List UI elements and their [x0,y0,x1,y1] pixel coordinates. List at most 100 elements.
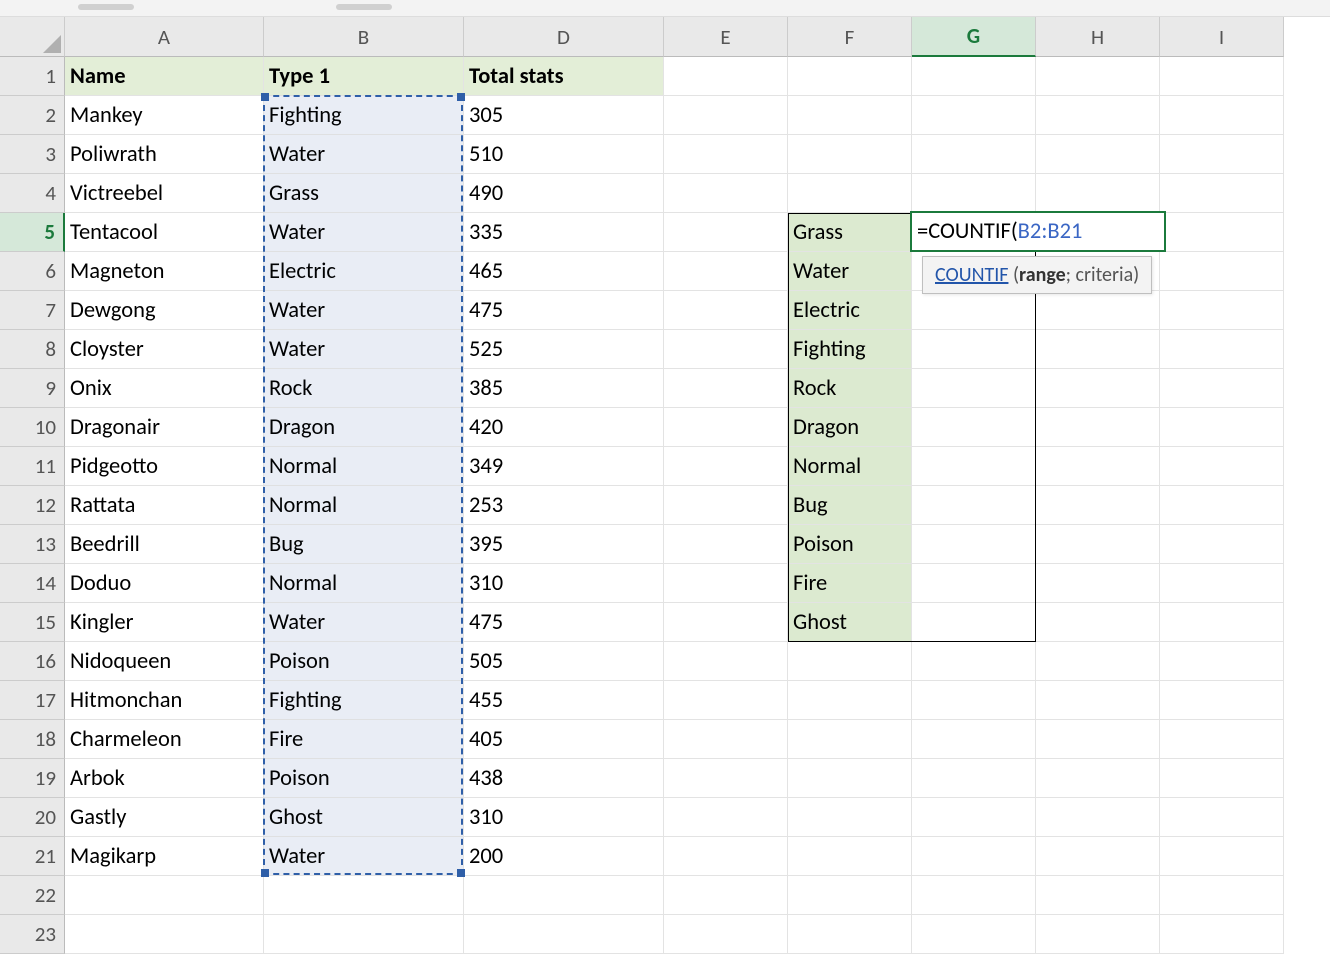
cell-G9[interactable] [912,369,1036,408]
cell-A3[interactable]: Poliwrath [65,135,264,174]
column-header-A[interactable]: A [65,17,264,57]
cell-E18[interactable] [664,720,788,759]
cell-F4[interactable] [788,174,912,213]
row-header-8[interactable]: 8 [0,330,65,369]
cell-B11[interactable]: Normal [264,447,464,486]
cell-E11[interactable] [664,447,788,486]
cell-B6[interactable]: Electric [264,252,464,291]
cell-D8[interactable]: 525 [464,330,664,369]
row-header-5[interactable]: 5 [0,213,65,252]
cell-H12[interactable] [1036,486,1160,525]
cell-D7[interactable]: 475 [464,291,664,330]
cell-H11[interactable] [1036,447,1160,486]
column-header-H[interactable]: H [1036,17,1160,57]
cell-D19[interactable]: 438 [464,759,664,798]
cell-G14[interactable] [912,564,1036,603]
cell-G12[interactable] [912,486,1036,525]
cell-F1[interactable] [788,57,912,96]
cell-I11[interactable] [1160,447,1284,486]
cell-D2[interactable]: 305 [464,96,664,135]
cell-G21[interactable] [912,837,1036,876]
row-header-6[interactable]: 6 [0,252,65,291]
cell-E16[interactable] [664,642,788,681]
cell-H4[interactable] [1036,174,1160,213]
row-header-14[interactable]: 14 [0,564,65,603]
cell-H15[interactable] [1036,603,1160,642]
cell-D4[interactable]: 490 [464,174,664,213]
cell-F19[interactable] [788,759,912,798]
cell-A5[interactable]: Tentacool [65,213,264,252]
cell-A19[interactable]: Arbok [65,759,264,798]
cell-D15[interactable]: 475 [464,603,664,642]
cell-H21[interactable] [1036,837,1160,876]
cell-H23[interactable] [1036,915,1160,954]
cell-F17[interactable] [788,681,912,720]
cell-H17[interactable] [1036,681,1160,720]
cell-A14[interactable]: Doduo [65,564,264,603]
cell-H7[interactable] [1036,291,1160,330]
cell-G15[interactable] [912,603,1036,642]
cell-E7[interactable] [664,291,788,330]
cell-D1[interactable]: Total stats [464,57,664,96]
cell-B18[interactable]: Fire [264,720,464,759]
cell-E10[interactable] [664,408,788,447]
row-header-10[interactable]: 10 [0,408,65,447]
cell-A4[interactable]: Victreebel [65,174,264,213]
cell-H14[interactable] [1036,564,1160,603]
cell-A22[interactable] [65,876,264,915]
column-header-E[interactable]: E [664,17,788,57]
cell-I21[interactable] [1160,837,1284,876]
cell-I18[interactable] [1160,720,1284,759]
row-header-22[interactable]: 22 [0,876,65,915]
cell-H13[interactable] [1036,525,1160,564]
cell-A9[interactable]: Onix [65,369,264,408]
row-header-17[interactable]: 17 [0,681,65,720]
cell-A10[interactable]: Dragonair [65,408,264,447]
column-header-B[interactable]: B [264,17,464,57]
cell-I2[interactable] [1160,96,1284,135]
cell-I1[interactable] [1160,57,1284,96]
cell-A17[interactable]: Hitmonchan [65,681,264,720]
cell-H2[interactable] [1036,96,1160,135]
cell-I14[interactable] [1160,564,1284,603]
cell-F18[interactable] [788,720,912,759]
cell-F11[interactable]: Normal [788,447,912,486]
cell-D14[interactable]: 310 [464,564,664,603]
row-header-9[interactable]: 9 [0,369,65,408]
cell-B19[interactable]: Poison [264,759,464,798]
cell-H19[interactable] [1036,759,1160,798]
cell-B2[interactable]: Fighting [264,96,464,135]
cell-E23[interactable] [664,915,788,954]
cell-E2[interactable] [664,96,788,135]
cell-H10[interactable] [1036,408,1160,447]
cell-G16[interactable] [912,642,1036,681]
cell-B17[interactable]: Fighting [264,681,464,720]
cell-F14[interactable]: Fire [788,564,912,603]
cell-F5[interactable]: Grass [788,213,912,252]
cell-B22[interactable] [264,876,464,915]
row-header-23[interactable]: 23 [0,915,65,954]
cell-E20[interactable] [664,798,788,837]
cell-E13[interactable] [664,525,788,564]
cell-D18[interactable]: 405 [464,720,664,759]
cell-F22[interactable] [788,876,912,915]
cell-F3[interactable] [788,135,912,174]
cell-G7[interactable] [912,291,1036,330]
cell-A2[interactable]: Mankey [65,96,264,135]
cell-I15[interactable] [1160,603,1284,642]
cell-E5[interactable] [664,213,788,252]
cell-E21[interactable] [664,837,788,876]
cell-F20[interactable] [788,798,912,837]
row-header-15[interactable]: 15 [0,603,65,642]
cell-D13[interactable]: 395 [464,525,664,564]
cell-G23[interactable] [912,915,1036,954]
cell-I9[interactable] [1160,369,1284,408]
cell-B21[interactable]: Water [264,837,464,876]
cell-I20[interactable] [1160,798,1284,837]
cell-A11[interactable]: Pidgeotto [65,447,264,486]
column-header-G[interactable]: G [912,17,1036,57]
cell-B15[interactable]: Water [264,603,464,642]
cell-D5[interactable]: 335 [464,213,664,252]
cell-G11[interactable] [912,447,1036,486]
cell-E9[interactable] [664,369,788,408]
